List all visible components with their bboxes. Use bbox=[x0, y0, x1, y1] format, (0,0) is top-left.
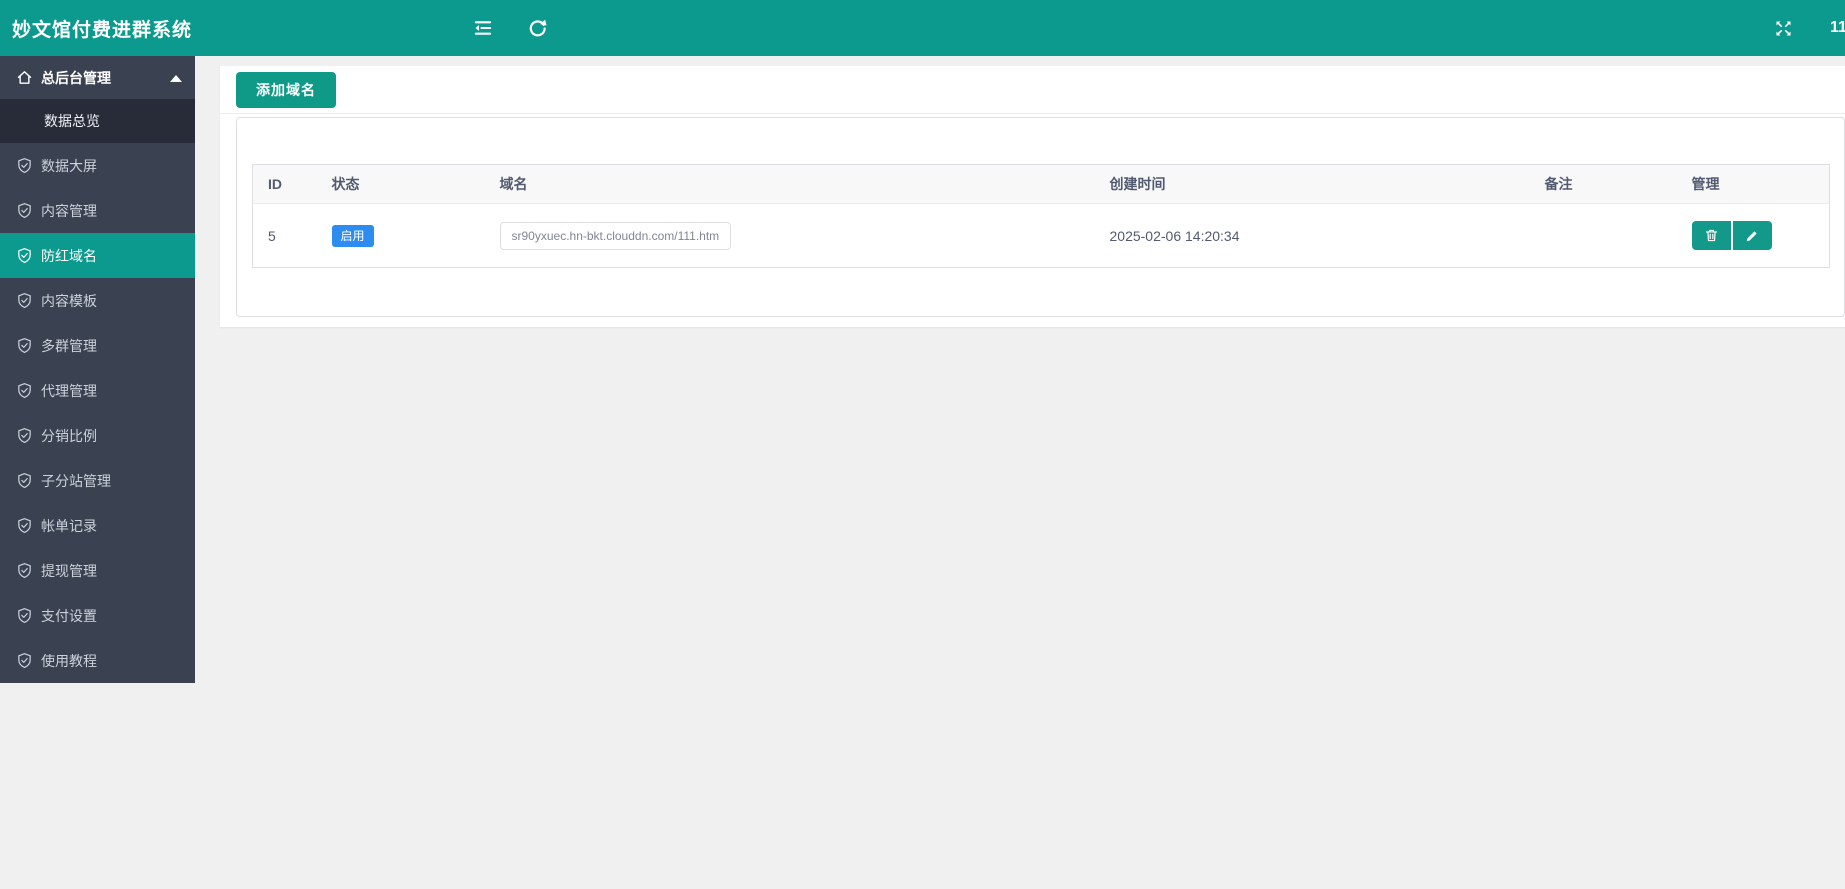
sidebar-item-2[interactable]: 内容管理 bbox=[0, 188, 195, 233]
home-icon bbox=[16, 69, 33, 86]
sidebar-item-label: 使用教程 bbox=[41, 652, 97, 669]
toolbar: 添加域名 bbox=[220, 66, 1845, 114]
cell-status: 启用 bbox=[316, 203, 485, 268]
shield-check-icon bbox=[16, 247, 33, 264]
sidebar-group-admin[interactable]: 总后台管理 bbox=[0, 56, 195, 99]
sidebar-item-label: 代理管理 bbox=[41, 382, 97, 399]
cell-actions bbox=[1676, 203, 1830, 268]
shield-check-icon bbox=[16, 517, 33, 534]
sidebar-item-11[interactable]: 支付设置 bbox=[0, 593, 195, 638]
shield-check-icon bbox=[16, 292, 33, 309]
sidebar-item-label: 提现管理 bbox=[41, 562, 97, 579]
sidebar-item-label: 帐单记录 bbox=[41, 517, 97, 534]
sidebar-item-7[interactable]: 分销比例 bbox=[0, 413, 195, 458]
clock-text: 11 bbox=[1830, 19, 1845, 36]
sidebar-item-label: 支付设置 bbox=[41, 607, 97, 624]
top-header: 妙文馆付费进群系统 11 bbox=[0, 0, 1845, 56]
shield-check-icon bbox=[16, 472, 33, 489]
sidebar-group-label: 总后台管理 bbox=[41, 69, 111, 86]
sidebar-item-12[interactable]: 使用教程 bbox=[0, 638, 195, 683]
table-card: ID 状态 域名 创建时间 备注 管理 5 启用 sr90yxuec.hn-bk… bbox=[236, 117, 1845, 317]
sidebar-item-label: 多群管理 bbox=[41, 337, 97, 354]
sidebar-item-9[interactable]: 帐单记录 bbox=[0, 503, 195, 548]
sidebar-item-label: 分销比例 bbox=[41, 427, 97, 444]
col-header-remark: 备注 bbox=[1529, 164, 1677, 204]
sidebar: 总后台管理 数据总览 数据大屏 内容管理 防红域名 内容模板 多群管理 代理管理… bbox=[0, 56, 195, 683]
sidebar-item-label: 数据大屏 bbox=[41, 157, 97, 174]
shield-check-icon bbox=[16, 562, 33, 579]
cell-remark bbox=[1529, 203, 1677, 268]
edit-button[interactable] bbox=[1732, 221, 1772, 250]
sidebar-item-label: 内容管理 bbox=[41, 202, 97, 219]
col-header-manage: 管理 bbox=[1676, 164, 1830, 204]
sidebar-item-label: 内容模板 bbox=[41, 292, 97, 309]
content-panel: 添加域名 ID 状态 域名 创建时间 备注 管理 5 启用 sr90yxuec.… bbox=[220, 66, 1845, 327]
app-title: 妙文馆付费进群系统 bbox=[12, 19, 193, 41]
sidebar-item-label: 子分站管理 bbox=[41, 472, 111, 489]
col-header-status: 状态 bbox=[316, 164, 485, 204]
table-header-row: ID 状态 域名 创建时间 备注 管理 bbox=[252, 164, 1830, 204]
domains-table: ID 状态 域名 创建时间 备注 管理 5 启用 sr90yxuec.hn-bk… bbox=[252, 164, 1830, 268]
cell-domain: sr90yxuec.hn-bkt.clouddn.com/111.htm bbox=[484, 203, 1095, 268]
sidebar-item-3[interactable]: 防红域名 bbox=[0, 233, 195, 278]
sidebar-item-10[interactable]: 提现管理 bbox=[0, 548, 195, 593]
shield-check-icon bbox=[16, 652, 33, 669]
shield-check-icon bbox=[16, 607, 33, 624]
sidebar-menu: 数据大屏 内容管理 防红域名 内容模板 多群管理 代理管理 分销比例 子分站管理… bbox=[0, 143, 195, 683]
status-badge[interactable]: 启用 bbox=[331, 224, 374, 247]
sidebar-item-1[interactable]: 数据大屏 bbox=[0, 143, 195, 188]
sidebar-item-5[interactable]: 多群管理 bbox=[0, 323, 195, 368]
sidebar-subitem-label: 数据总览 bbox=[44, 113, 100, 129]
shield-check-icon bbox=[16, 202, 33, 219]
col-header-id: ID bbox=[252, 164, 317, 204]
shield-check-icon bbox=[16, 157, 33, 174]
trash-icon bbox=[1704, 228, 1719, 243]
fullscreen-icon[interactable] bbox=[1768, 13, 1798, 43]
shield-check-icon bbox=[16, 382, 33, 399]
sidebar-item-4[interactable]: 内容模板 bbox=[0, 278, 195, 323]
shield-check-icon bbox=[16, 337, 33, 354]
domain-input[interactable]: sr90yxuec.hn-bkt.clouddn.com/111.htm bbox=[499, 221, 732, 250]
sidebar-item-data-overview[interactable]: 数据总览 bbox=[0, 99, 195, 143]
row-actions bbox=[1691, 221, 1830, 250]
chevron-up-icon bbox=[170, 74, 182, 82]
add-domain-button[interactable]: 添加域名 bbox=[236, 71, 336, 108]
col-header-domain: 域名 bbox=[484, 164, 1095, 204]
cell-created: 2025-02-06 14:20:34 bbox=[1094, 203, 1530, 268]
sidebar-item-label: 防红域名 bbox=[41, 247, 97, 264]
shield-check-icon bbox=[16, 427, 33, 444]
delete-button[interactable] bbox=[1691, 221, 1731, 250]
pencil-icon bbox=[1745, 229, 1759, 243]
sidebar-item-6[interactable]: 代理管理 bbox=[0, 368, 195, 413]
sidebar-item-8[interactable]: 子分站管理 bbox=[0, 458, 195, 503]
col-header-created: 创建时间 bbox=[1094, 164, 1530, 204]
menu-fold-icon[interactable] bbox=[468, 13, 498, 43]
cell-id: 5 bbox=[252, 203, 317, 268]
refresh-icon[interactable] bbox=[522, 13, 552, 43]
table-row: 5 启用 sr90yxuec.hn-bkt.clouddn.com/111.ht… bbox=[252, 203, 1830, 268]
